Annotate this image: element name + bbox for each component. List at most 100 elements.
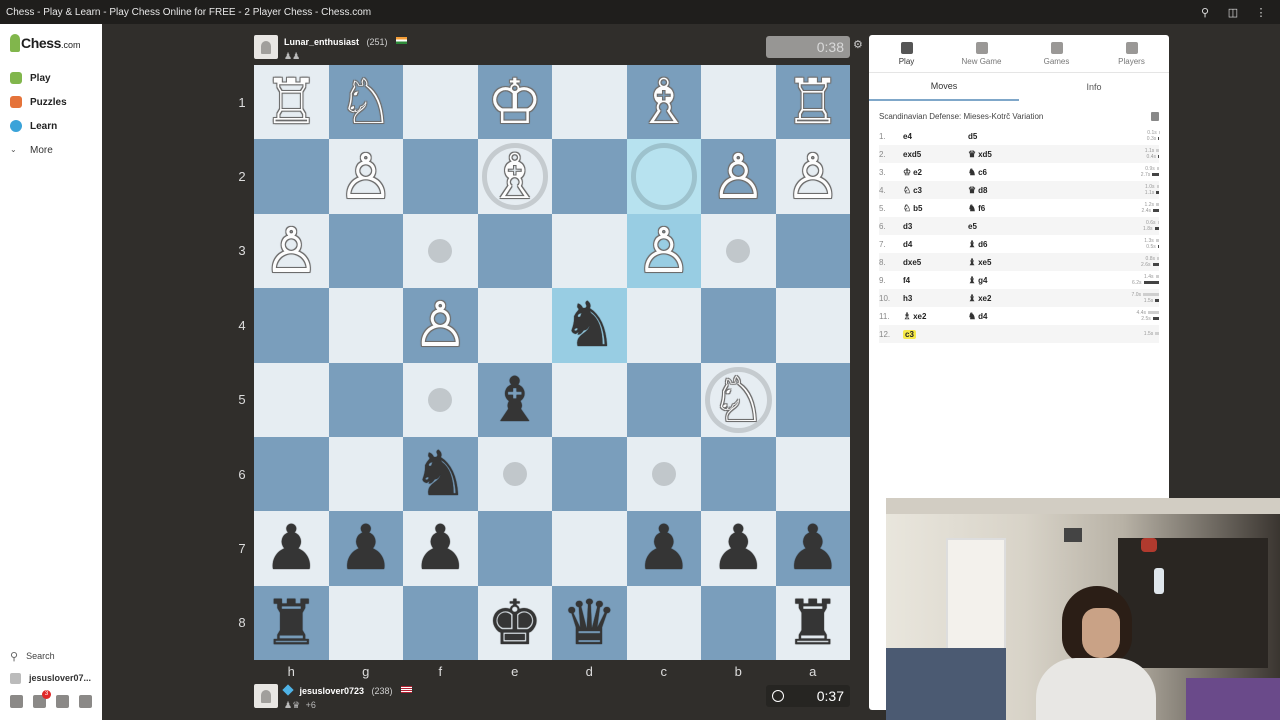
friends-icon[interactable] — [10, 695, 23, 708]
board-square[interactable] — [775, 362, 850, 437]
board-square[interactable] — [552, 65, 627, 140]
black-pawn-piece[interactable]: ♟ — [710, 517, 766, 579]
board-square[interactable]: ♟ — [403, 511, 478, 586]
board-settings-icon[interactable]: ⚙ — [853, 38, 863, 51]
sidebar-search[interactable]: ⚲ Search — [0, 645, 102, 667]
black-move[interactable]: ♝ d6 — [968, 239, 1028, 250]
black-knight-piece[interactable]: ♞ — [412, 443, 468, 505]
black-move[interactable]: ♝ xe5 — [968, 257, 1028, 268]
white-pawn-piece[interactable]: ♙ — [636, 219, 692, 282]
board-square[interactable] — [328, 362, 403, 437]
sidebar-user[interactable]: jesuslover07... — [0, 667, 102, 689]
white-rook-piece[interactable]: ♖ — [785, 71, 841, 133]
black-pawn-piece[interactable]: ♟ — [263, 517, 319, 579]
tab-games[interactable]: Games — [1019, 35, 1094, 72]
white-pawn-piece[interactable]: ♙ — [263, 219, 319, 282]
white-bishop-piece[interactable]: ♗ — [487, 145, 543, 208]
white-move[interactable]: ♘ b5 — [903, 203, 968, 214]
board-square[interactable] — [552, 362, 627, 437]
tab-play[interactable]: Play — [869, 35, 944, 72]
board-square[interactable] — [626, 139, 701, 214]
board-square[interactable] — [328, 288, 403, 363]
extension-icon[interactable]: ◫ — [1226, 5, 1240, 19]
board-square[interactable] — [328, 213, 403, 289]
white-move[interactable]: exd5 — [903, 150, 968, 159]
board-square[interactable] — [701, 288, 776, 363]
white-move[interactable]: ♔ e2 — [903, 167, 968, 178]
board-square[interactable]: ♛ — [552, 585, 627, 660]
black-move[interactable]: d5 — [968, 132, 1028, 141]
board-square[interactable] — [477, 511, 552, 586]
black-move[interactable]: ♞ c6 — [968, 167, 1028, 178]
board-square[interactable]: ♝ — [477, 362, 552, 437]
board-square[interactable] — [403, 65, 478, 140]
white-move[interactable]: f4 — [903, 276, 968, 285]
white-knight-piece[interactable]: ♘ — [710, 368, 766, 431]
board-square[interactable] — [328, 436, 403, 512]
sidebar-item-learn[interactable]: Learn — [0, 114, 102, 138]
board-square[interactable] — [701, 585, 776, 660]
white-rook-piece[interactable]: ♖ — [263, 71, 319, 133]
sidebar-item-puzzles[interactable]: Puzzles — [0, 90, 102, 114]
board-square[interactable]: ♟ — [775, 511, 850, 586]
white-move[interactable]: c3 — [903, 329, 968, 339]
more-icon[interactable]: ⋮ — [1254, 5, 1268, 19]
board-square[interactable] — [775, 288, 850, 363]
subtab-moves[interactable]: Moves — [869, 73, 1019, 101]
white-pawn-piece[interactable]: ♙ — [785, 145, 841, 208]
board-square[interactable] — [254, 139, 329, 214]
bell-icon[interactable] — [56, 695, 69, 708]
white-move[interactable]: d4 — [903, 240, 968, 249]
white-knight-piece[interactable]: ♘ — [338, 71, 394, 133]
black-king-piece[interactable]: ♚ — [487, 591, 543, 654]
board-square[interactable]: ♗ — [477, 139, 552, 214]
board-square[interactable]: ♔ — [477, 65, 552, 140]
board-square[interactable] — [552, 436, 627, 512]
player-avatar[interactable] — [254, 684, 278, 708]
board-square[interactable]: ♗ — [626, 65, 701, 140]
sidebar-item-more[interactable]: ⌄ More — [0, 138, 102, 162]
black-move[interactable]: ♛ xd5 — [968, 149, 1028, 160]
black-rook-piece[interactable]: ♜ — [263, 591, 319, 654]
black-rook-piece[interactable]: ♜ — [785, 591, 841, 654]
opponent-avatar[interactable] — [254, 35, 278, 59]
player-name[interactable]: jesuslover0723 — [299, 686, 364, 696]
black-move[interactable]: ♝ g4 — [968, 275, 1028, 286]
board-square[interactable] — [328, 585, 403, 660]
black-pawn-piece[interactable]: ♟ — [636, 517, 692, 579]
white-move[interactable]: h3 — [903, 294, 968, 303]
black-move[interactable]: ♞ d4 — [968, 311, 1028, 322]
board-square[interactable]: ♘ — [701, 362, 776, 437]
board-square[interactable]: ♟ — [328, 511, 403, 586]
board-square[interactable] — [477, 288, 552, 363]
board-square[interactable]: ♘ — [328, 65, 403, 140]
sidebar-item-play[interactable]: Play — [0, 66, 102, 90]
black-move[interactable]: ♞ f6 — [968, 203, 1028, 214]
white-move[interactable]: ♗ xe2 — [903, 311, 968, 322]
board-square[interactable]: ♙ — [403, 288, 478, 363]
white-move[interactable]: ♘ c3 — [903, 185, 968, 196]
board-square[interactable]: ♙ — [626, 213, 701, 289]
white-move[interactable]: e4 — [903, 132, 968, 141]
board-square[interactable] — [626, 436, 701, 512]
board-square[interactable] — [254, 436, 329, 512]
black-pawn-piece[interactable]: ♟ — [785, 517, 841, 579]
chesscom-logo[interactable]: Chess .com — [10, 34, 81, 52]
board-square[interactable] — [775, 213, 850, 289]
black-move[interactable]: ♝ xe2 — [968, 293, 1028, 304]
white-king-piece[interactable]: ♔ — [487, 71, 543, 133]
board-square[interactable] — [477, 213, 552, 289]
board-square[interactable] — [403, 362, 478, 437]
black-pawn-piece[interactable]: ♟ — [338, 517, 394, 579]
board-square[interactable]: ♞ — [552, 288, 627, 363]
board-square[interactable]: ♟ — [254, 511, 329, 586]
white-pawn-piece[interactable]: ♙ — [338, 145, 394, 208]
tab-new-game[interactable]: New Game — [944, 35, 1019, 72]
board-square[interactable] — [552, 511, 627, 586]
legal-move-dot[interactable] — [428, 387, 453, 412]
board-square[interactable] — [254, 362, 329, 437]
chess-board[interactable]: ♖ ♘ ♔ ♗ ♖ ♙ ♗ ♙ ♙ ♙ ♙ ♙ ♞ ♝ ♘ ♞ ♟ ♟ ♟ ♟ ♟ ♟ ♜ ♚ ♛ ♜ — [254, 65, 850, 660]
subtab-info[interactable]: Info — [1019, 73, 1169, 101]
black-knight-piece[interactable]: ♞ — [561, 294, 617, 356]
white-pawn-piece[interactable]: ♙ — [412, 294, 468, 356]
